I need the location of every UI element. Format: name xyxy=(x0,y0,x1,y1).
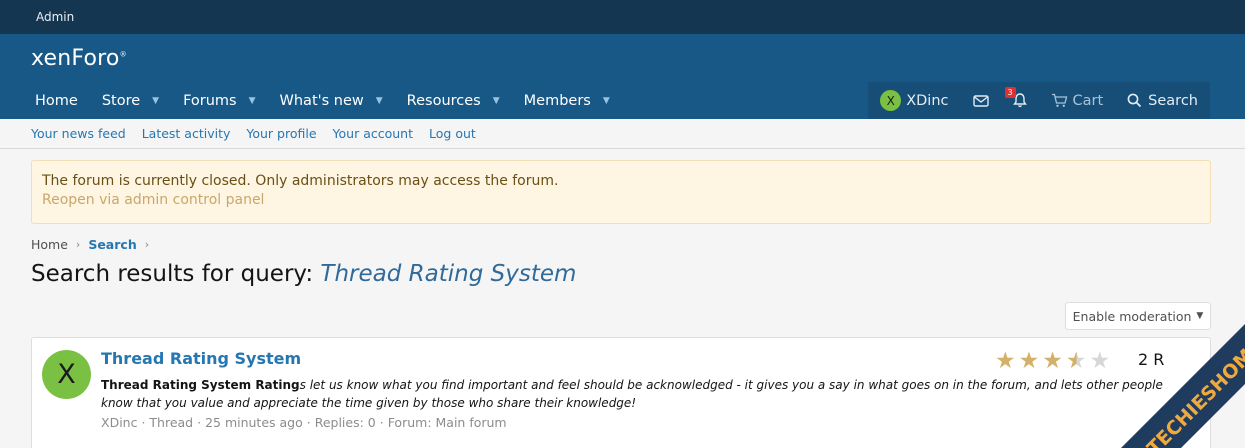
subnav-link-your-news-feed[interactable]: Your news feed xyxy=(31,126,126,141)
result-meta: XDinc · Thread · 25 minutes ago · Replie… xyxy=(101,415,507,430)
chevron-right-icon: › xyxy=(144,238,150,251)
forum-closed-notice: The forum is currently closed. Only admi… xyxy=(31,160,1211,224)
chevron-right-icon: › xyxy=(75,238,81,251)
nav-tab-resources[interactable]: Resources ▼ xyxy=(407,82,500,119)
result-type: Thread xyxy=(149,415,194,430)
nav-tab-store[interactable]: Store ▼ xyxy=(102,82,159,119)
rating-stars[interactable]: ★ ★ ★ ★ ★ xyxy=(995,348,1113,374)
site-logo[interactable]: xenForo® xyxy=(31,46,127,71)
nav-user-area: X XDinc 3 Cart Search xyxy=(868,82,1210,119)
caret-down-icon[interactable]: ▼ xyxy=(249,96,256,106)
caret-down-icon[interactable]: ▼ xyxy=(493,96,500,106)
caret-down-icon[interactable]: ▼ xyxy=(603,96,610,106)
result-replies: Replies: 0 xyxy=(314,415,376,430)
nav-tab-label: Forums xyxy=(183,92,237,109)
result-forum[interactable]: Forum: Main forum xyxy=(388,415,507,430)
meta-separator: · xyxy=(379,415,388,430)
page-title-prefix: Search results for query: xyxy=(31,261,321,287)
breadcrumb: Home › Search › xyxy=(31,237,157,252)
page-title-query: Thread Rating System xyxy=(320,261,577,287)
enable-moderation-label: Enable moderation xyxy=(1072,308,1192,324)
enable-moderation-button[interactable]: Enable moderation ▼ xyxy=(1065,302,1211,330)
nav-tabs: Home Store ▼ Forums ▼ What's new ▼ Resources ▼ Me… xyxy=(0,82,634,119)
logo-registered-mark: ® xyxy=(119,50,127,59)
site-header: xenForo® xyxy=(0,34,1245,82)
page-title: Search results for query: Thread Rating … xyxy=(31,261,576,287)
star-icon[interactable]: ★ xyxy=(1066,348,1087,374)
breadcrumb-home[interactable]: Home xyxy=(31,237,68,252)
breadcrumb-search[interactable]: Search xyxy=(88,237,136,252)
meta-separator: · xyxy=(306,415,315,430)
result-author[interactable]: XDinc xyxy=(101,415,137,430)
nav-tab-forums[interactable]: Forums ▼ xyxy=(183,82,255,119)
envelope-icon xyxy=(972,94,989,107)
subnav-link-latest-activity[interactable]: Latest activity xyxy=(142,126,231,141)
subnav-link-log-out[interactable]: Log out xyxy=(429,126,476,141)
admin-link[interactable]: Admin xyxy=(36,10,74,24)
nav-tab-home[interactable]: Home xyxy=(35,82,78,119)
result-avatar[interactable]: X xyxy=(42,350,91,399)
caret-down-icon[interactable]: ▼ xyxy=(152,96,159,106)
conversations-button[interactable] xyxy=(960,82,1001,119)
nav-tab-label: Home xyxy=(35,92,78,109)
star-icon[interactable]: ★ xyxy=(1042,348,1063,374)
subnav-link-your-profile[interactable]: Your profile xyxy=(246,126,316,141)
snippet-highlight: Thread Rating System Rating xyxy=(101,378,300,392)
rating-count: 2 R xyxy=(1138,350,1165,369)
search-button[interactable]: Search xyxy=(1115,82,1210,119)
logo-text: xenForo xyxy=(31,46,120,71)
result-title[interactable]: Thread Rating System xyxy=(101,349,301,368)
subnav-link-your-account[interactable]: Your account xyxy=(333,126,413,141)
meta-separator: · xyxy=(197,415,206,430)
user-menu-button[interactable]: X XDinc xyxy=(868,82,961,119)
cart-button[interactable]: Cart xyxy=(1038,82,1116,119)
alerts-button[interactable]: 3 xyxy=(1000,82,1039,119)
username: XDinc xyxy=(906,92,949,109)
search-icon xyxy=(1127,93,1142,108)
search-label: Search xyxy=(1148,92,1198,109)
cart-icon xyxy=(1051,93,1067,107)
nav-tab-label: Resources xyxy=(406,92,481,109)
nav-tab-members[interactable]: Members ▼ xyxy=(524,82,610,119)
user-avatar: X xyxy=(880,90,902,111)
star-icon[interactable]: ★ xyxy=(1019,348,1040,374)
result-snippet: Thread Rating System Ratings let us know… xyxy=(101,376,1196,412)
sub-nav: Your news feed Latest activity Your profil… xyxy=(0,119,1245,149)
reopen-link[interactable]: Reopen via admin control panel xyxy=(42,192,1200,208)
cart-label: Cart xyxy=(1072,92,1104,109)
result-time[interactable]: 25 minutes ago xyxy=(205,415,303,430)
admin-bar: Admin xyxy=(0,0,1245,34)
nav-tab-what-s-new[interactable]: What's new ▼ xyxy=(280,82,383,119)
nav-tab-label: Store xyxy=(101,92,141,109)
main-nav: Home Store ▼ Forums ▼ What's new ▼ Resources ▼ Me… xyxy=(0,82,1245,119)
search-result-item: X Thread Rating System ★ ★ ★ ★ ★ 2 R Thread … xyxy=(31,337,1211,448)
alerts-badge: 3 xyxy=(1004,87,1016,98)
nav-tab-label: Members xyxy=(523,92,591,109)
notice-message: The forum is currently closed. Only admi… xyxy=(42,173,559,189)
star-icon[interactable]: ★ xyxy=(1090,348,1111,374)
caret-down-icon[interactable]: ▼ xyxy=(376,96,383,106)
star-icon[interactable]: ★ xyxy=(995,348,1016,374)
caret-down-icon: ▼ xyxy=(1196,311,1204,321)
nav-tab-label: What's new xyxy=(279,92,364,109)
